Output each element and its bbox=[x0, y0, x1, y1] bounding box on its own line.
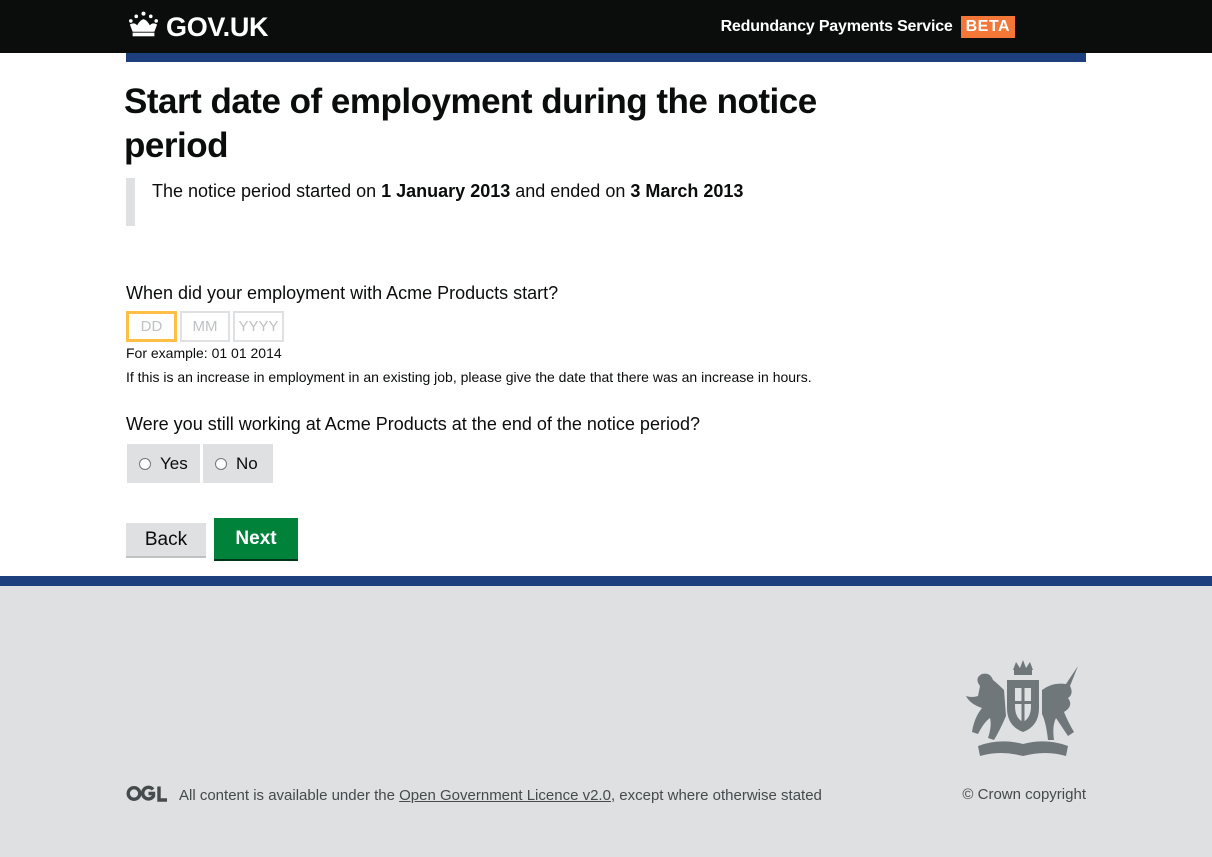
increase-hours-hint: If this is an increase in employment in … bbox=[126, 369, 812, 385]
site-footer: All content is available under the Open … bbox=[0, 576, 1212, 857]
date-example-hint: For example: 01 01 2014 bbox=[126, 345, 282, 361]
ogl-logo-icon bbox=[126, 785, 168, 807]
service-name[interactable]: Redundancy Payments Service bbox=[721, 17, 953, 37]
radio-no[interactable]: No bbox=[203, 444, 273, 483]
notice-prefix: The notice period started on bbox=[152, 181, 382, 201]
crown-copyright[interactable]: © Crown copyright bbox=[962, 785, 1086, 805]
notice-period-panel: The notice period started on 1 January 2… bbox=[126, 178, 826, 226]
open-government-licence-link[interactable]: Open Government Licence v2.0 bbox=[399, 787, 611, 804]
site-header: GOV.UK Redundancy Payments Service BETA bbox=[0, 0, 1212, 53]
back-button[interactable]: Back bbox=[126, 523, 206, 556]
employment-start-question: When did your employment with Acme Produ… bbox=[126, 283, 559, 303]
logo-text: GOV.UK bbox=[166, 12, 269, 42]
notice-end-date: 3 March 2013 bbox=[630, 181, 744, 201]
year-input[interactable] bbox=[233, 311, 284, 342]
still-working-question: Were you still working at Acme Products … bbox=[126, 414, 700, 434]
radio-yes-label: Yes bbox=[160, 453, 188, 473]
day-input[interactable] bbox=[126, 311, 177, 342]
radio-no-circle[interactable] bbox=[215, 457, 227, 470]
radio-no-label: No bbox=[236, 453, 258, 473]
licence-prefix: All content is available under the bbox=[179, 787, 400, 804]
month-input[interactable] bbox=[180, 311, 230, 342]
phase-badge: BETA bbox=[960, 16, 1015, 38]
govuk-logo-link[interactable]: GOV.UK bbox=[127, 10, 269, 44]
radio-yes-circle[interactable] bbox=[139, 457, 151, 470]
page-title: Start date of employment during the noti… bbox=[124, 82, 817, 165]
date-input-group bbox=[126, 311, 287, 342]
crown-icon bbox=[127, 10, 160, 44]
next-button[interactable]: Next bbox=[214, 518, 298, 559]
header-blue-bar bbox=[126, 53, 1086, 62]
licence-row: All content is available under the Open … bbox=[126, 785, 822, 807]
radio-yes[interactable]: Yes bbox=[127, 444, 200, 483]
notice-start-date: 1 January 2013 bbox=[381, 181, 511, 201]
licence-text: All content is available under the Open … bbox=[179, 786, 822, 806]
notice-middle: and ended on bbox=[510, 181, 631, 201]
licence-suffix: , except where otherwise stated bbox=[610, 787, 822, 804]
service-title: Redundancy Payments Service BETA bbox=[721, 16, 1015, 38]
